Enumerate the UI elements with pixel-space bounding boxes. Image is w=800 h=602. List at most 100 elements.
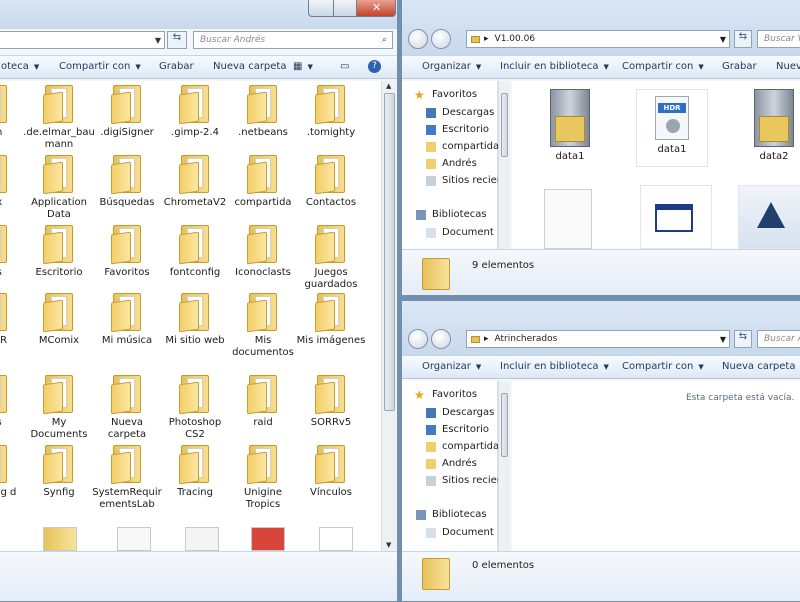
- folder-label: Mis documentos: [232, 335, 294, 358]
- new-folder-button[interactable]: Nueva carpeta: [213, 61, 286, 72]
- nav-scrollbar[interactable]: [498, 81, 510, 249]
- folder-item[interactable]: Unigine Tropics: [227, 445, 299, 511]
- file-item[interactable]: HDR data1: [636, 89, 708, 167]
- forward-button[interactable]: [431, 329, 451, 349]
- burn-button[interactable]: Grabar: [159, 61, 194, 72]
- folder-item[interactable]: Mis documentos: [227, 293, 299, 359]
- folder-item[interactable]: Photoshop CS2: [159, 375, 231, 441]
- folder-item[interactable]: Contactos: [295, 155, 367, 209]
- nav-desktop[interactable]: Escritorio: [442, 424, 489, 435]
- nav-shared[interactable]: compartida: [442, 141, 499, 152]
- include-library-menu[interactable]: Incluir en biblioteca ▼: [500, 61, 609, 72]
- maximize-button[interactable]: [333, 0, 357, 17]
- folder-item[interactable]: Mi música: [91, 293, 163, 347]
- folder-item[interactable]: SORRv5: [295, 375, 367, 429]
- folder-item[interactable]: .tomighty: [295, 85, 367, 139]
- organize-menu[interactable]: Organizar ▼: [422, 361, 481, 372]
- blank-file-icon[interactable]: [117, 527, 151, 551]
- nav-favorites[interactable]: Favoritos: [432, 389, 477, 400]
- scrollbar-thumb[interactable]: [384, 93, 395, 411]
- folder-item[interactable]: Application Data: [23, 155, 95, 221]
- forward-button[interactable]: [431, 29, 451, 49]
- folder-item[interactable]: Favoritos: [91, 225, 163, 279]
- back-button[interactable]: [408, 329, 428, 349]
- refresh-button[interactable]: ⇆: [167, 31, 187, 49]
- folder-item[interactable]: MComix: [23, 293, 95, 347]
- close-button[interactable]: ✕: [356, 0, 396, 17]
- vertical-scrollbar[interactable]: ▲ ▼: [381, 81, 397, 551]
- nav-downloads[interactable]: Descargas: [442, 107, 494, 118]
- back-button[interactable]: [408, 29, 428, 49]
- breadcrumb[interactable]: Atrincherados: [495, 334, 558, 344]
- nav-libraries[interactable]: Bibliotecas: [432, 509, 487, 520]
- scrollbar-thumb[interactable]: [501, 93, 508, 157]
- include-library-menu[interactable]: oteca ▼: [1, 61, 39, 72]
- folder-item[interactable]: raid: [227, 375, 299, 429]
- nav-documents[interactable]: Document: [442, 527, 494, 538]
- new-folder-button[interactable]: Nueva carpeta: [722, 361, 795, 372]
- address-bar[interactable]: ▸ Atrincherados ▼: [466, 330, 730, 348]
- preview-pane-icon[interactable]: ▭: [340, 61, 349, 72]
- nav-downloads[interactable]: Descargas: [442, 407, 494, 418]
- image-file-icon[interactable]: [251, 527, 285, 551]
- file-item[interactable]: data2: [738, 89, 800, 163]
- folder-item[interactable]: ChrometaV2: [159, 155, 231, 209]
- blank-file-icon[interactable]: [544, 189, 592, 249]
- address-bar[interactable]: ▼: [0, 31, 165, 49]
- address-bar[interactable]: ▸ V1.00.06 ▼: [466, 30, 730, 48]
- folder-item[interactable]: My Documents: [23, 375, 95, 441]
- nav-scrollbar[interactable]: [498, 381, 510, 551]
- scroll-up-arrow[interactable]: ▲: [386, 82, 391, 90]
- nav-user[interactable]: Andrés: [442, 458, 477, 469]
- folder-item[interactable]: Vínculos: [295, 445, 367, 499]
- share-with-menu[interactable]: Compartir con ▼: [59, 61, 141, 72]
- refresh-button[interactable]: ⇆: [734, 30, 752, 48]
- search-input[interactable]: Buscar A: [757, 330, 800, 348]
- nav-documents[interactable]: Document: [442, 227, 494, 238]
- nav-libraries[interactable]: Bibliotecas: [432, 209, 487, 220]
- folder-icon[interactable]: [43, 527, 77, 551]
- nav-desktop[interactable]: Escritorio: [442, 124, 489, 135]
- folder-item[interactable]: SystemRequirementsLab: [91, 445, 163, 511]
- folder-item[interactable]: Búsquedas: [91, 155, 163, 209]
- nav-recent[interactable]: Sitios recien: [442, 175, 503, 186]
- organize-menu[interactable]: Organizar ▼: [422, 61, 481, 72]
- nav-favorites[interactable]: Favoritos: [432, 89, 477, 100]
- folder-item[interactable]: .digiSigner: [91, 85, 163, 139]
- file-item[interactable]: data1: [534, 89, 606, 163]
- nav-shared[interactable]: compartida: [442, 441, 499, 452]
- folder-item[interactable]: .netbeans: [227, 85, 299, 139]
- nav-user[interactable]: Andrés: [442, 158, 477, 169]
- document-icon[interactable]: [185, 527, 219, 551]
- folder-item[interactable]: Mi sitio web: [159, 293, 231, 347]
- scroll-down-arrow[interactable]: ▼: [386, 541, 391, 549]
- folder-item[interactable]: .de.elmar_baumann: [23, 85, 95, 151]
- breadcrumb[interactable]: V1.00.06: [495, 34, 536, 44]
- folder-item[interactable]: Tracing: [159, 445, 231, 499]
- folder-item[interactable]: compartida: [227, 155, 299, 209]
- folder-item[interactable]: Synfig: [23, 445, 95, 499]
- burn-button[interactable]: Grabar: [722, 61, 757, 72]
- view-options-icon[interactable]: ▦ ▼: [293, 61, 313, 72]
- share-with-menu[interactable]: Compartir con ▼: [622, 61, 704, 72]
- folder-item[interactable]: Nueva carpeta: [91, 375, 163, 441]
- folder-item[interactable]: fontconfig: [159, 225, 231, 279]
- folder-item[interactable]: Mis imágenes: [295, 293, 367, 347]
- folder-item[interactable]: Escritorio: [23, 225, 95, 279]
- folder-item[interactable]: .gimp-2.4: [159, 85, 231, 139]
- search-input[interactable]: Buscar V: [757, 30, 800, 48]
- nav-recent[interactable]: Sitios recien: [442, 475, 503, 486]
- minimize-button[interactable]: [308, 0, 334, 17]
- application-icon[interactable]: [738, 185, 800, 249]
- window-file-icon[interactable]: [640, 185, 712, 249]
- include-library-menu[interactable]: Incluir en biblioteca ▼: [500, 361, 609, 372]
- search-input[interactable]: Buscar Andrés ⌕: [193, 31, 393, 49]
- share-with-menu[interactable]: Compartir con ▼: [622, 361, 704, 372]
- folder-item[interactable]: Iconoclasts: [227, 225, 299, 279]
- new-folder-button[interactable]: Nuev: [776, 61, 800, 72]
- folder-item[interactable]: Juegos guardados: [295, 225, 367, 291]
- refresh-button[interactable]: ⇆: [734, 330, 752, 348]
- help-icon[interactable]: ?: [368, 60, 381, 73]
- scrollbar-thumb[interactable]: [501, 393, 508, 457]
- pdf-icon[interactable]: [319, 527, 353, 551]
